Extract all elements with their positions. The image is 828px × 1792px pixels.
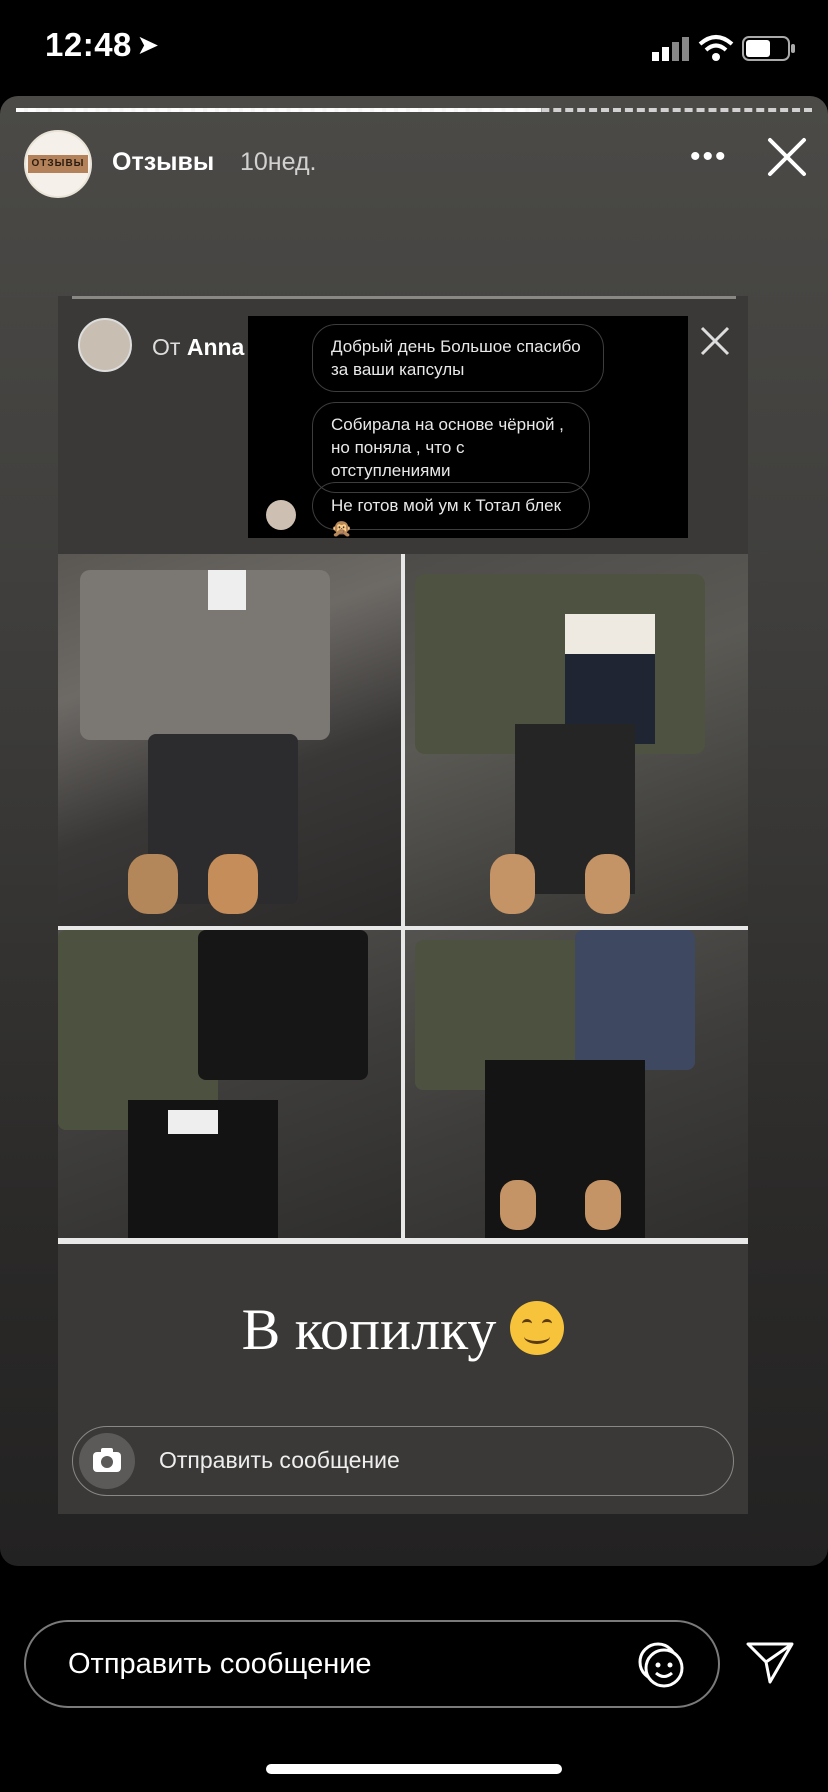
- avatar-logo: ОТЗЫВЫ: [28, 155, 88, 173]
- dm-avatar: [266, 500, 296, 530]
- photo-outfit: [405, 554, 748, 926]
- dm-message: Собирала на основе чёрной , но поняла , …: [312, 402, 590, 493]
- repost-input-placeholder: Отправить сообщение: [159, 1447, 400, 1473]
- close-icon[interactable]: [762, 132, 812, 182]
- camera-icon: [79, 1433, 135, 1489]
- photo-collage: [58, 554, 748, 1244]
- story-age: 10нед.: [240, 148, 317, 176]
- wifi-icon: [698, 35, 734, 61]
- dm-message: Добрый день Большое спасибо за ваши капс…: [312, 324, 604, 392]
- story-card[interactable]: ОТЗЫВЫ Отзывы 10нед. ••• От Anna Добрый …: [0, 96, 828, 1566]
- sticker-icon[interactable]: [634, 1638, 688, 1692]
- from-name: Anna: [186, 334, 245, 360]
- signal-icon: [652, 37, 689, 61]
- photo-outfit: [58, 554, 401, 926]
- from-prefix: От: [152, 334, 181, 360]
- repost-avatar: [78, 318, 132, 372]
- photo-outfit: [58, 930, 401, 1238]
- status-time: 12:48 ➤: [45, 26, 159, 64]
- story-avatar[interactable]: ОТЗЫВЫ: [24, 130, 92, 198]
- repost-message-input: Отправить сообщение: [72, 1426, 734, 1496]
- home-indicator[interactable]: [266, 1764, 562, 1774]
- story-caption: В копилку: [58, 1296, 748, 1363]
- time-label: 12:48: [45, 26, 132, 63]
- close-icon: [700, 326, 730, 356]
- reply-placeholder: Отправить сообщение: [68, 1648, 372, 1680]
- story-progress-bar: [16, 108, 541, 112]
- dm-screenshot: Добрый день Большое спасибо за ваши капс…: [248, 316, 688, 538]
- battery-icon: [742, 36, 795, 61]
- repost-from: От Anna: [152, 334, 244, 361]
- photo-outfit: [405, 930, 748, 1238]
- story-username[interactable]: Отзывы: [112, 148, 214, 177]
- smile-emoji: [510, 1301, 565, 1355]
- more-icon[interactable]: •••: [690, 140, 728, 174]
- caption-text: В копилку: [241, 1297, 497, 1362]
- dm-message: Не готов мой ум к Тотал блек 🙊: [312, 482, 590, 538]
- reply-input[interactable]: Отправить сообщение: [24, 1620, 720, 1708]
- send-icon[interactable]: [744, 1636, 796, 1688]
- repost-panel: От Anna Добрый день Большое спасибо за в…: [58, 296, 748, 1514]
- repost-progress: [72, 296, 736, 299]
- location-arrow-icon: ➤: [137, 32, 159, 59]
